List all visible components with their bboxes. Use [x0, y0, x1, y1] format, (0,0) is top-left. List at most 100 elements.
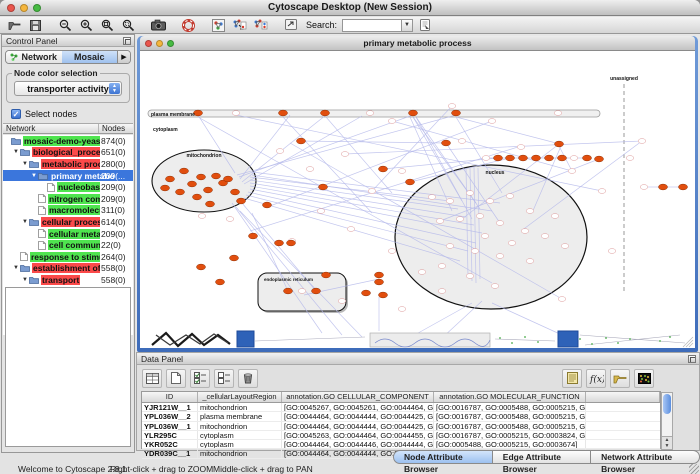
- expand-arrow-icon[interactable]: ▼: [12, 149, 20, 155]
- network-node-selected-color[interactable]: [188, 181, 197, 187]
- search-options-icon[interactable]: [281, 18, 300, 33]
- network-node-selected-color[interactable]: [197, 264, 206, 270]
- network-node[interactable]: [306, 167, 314, 172]
- network-node[interactable]: [526, 259, 534, 264]
- network-node-selected-color[interactable]: [583, 155, 592, 161]
- network-node[interactable]: [232, 111, 240, 116]
- delete-attribute-icon[interactable]: [238, 369, 258, 388]
- network-node[interactable]: [508, 241, 516, 246]
- network-node[interactable]: [570, 156, 578, 161]
- table-cell[interactable]: [GO:0005488, GO:0005215, GO:0003674]: [434, 440, 586, 448]
- network-node-selected-color[interactable]: [322, 272, 331, 278]
- table-cell[interactable]: [GO:0044464, GO:0044446, GO:0044444, G..…: [282, 440, 434, 448]
- network-node[interactable]: [446, 199, 454, 204]
- window-titlebar[interactable]: Cytoscape Desktop (New Session): [0, 0, 700, 16]
- tab-overflow-arrow-icon[interactable]: ▶: [117, 51, 130, 63]
- network-node[interactable]: [366, 111, 374, 116]
- network-node[interactable]: [198, 214, 206, 219]
- tab-node-attribute-browser[interactable]: Node Attribute Browser: [393, 450, 493, 464]
- minimize-window-button[interactable]: [20, 4, 28, 12]
- table-row[interactable]: YPL036W__1mitochondrion[GO:0044464, GO:0…: [142, 422, 660, 431]
- table-cell[interactable]: [GO:0044464, GO:0044444, GO:0044425, G..…: [282, 412, 434, 420]
- network-node[interactable]: [436, 219, 444, 224]
- zoom-in-icon[interactable]: [77, 18, 96, 33]
- network-window-titlebar[interactable]: primary metabolic process: [140, 36, 695, 51]
- network-node-selected-color[interactable]: [532, 155, 541, 161]
- table-row[interactable]: YPL036W__2plasma membrane[GO:0044464, GO…: [142, 412, 660, 421]
- network-node[interactable]: [640, 185, 648, 190]
- network-node-selected-color[interactable]: [452, 110, 461, 116]
- network-node-selected-color[interactable]: [193, 194, 202, 200]
- table-row[interactable]: YJR121W__1mitochondrion[GO:0045267, GO:0…: [142, 403, 660, 412]
- network-node[interactable]: [448, 104, 456, 109]
- network-node-selected-color[interactable]: [231, 189, 240, 195]
- expand-arrow-icon[interactable]: ▼: [12, 265, 20, 271]
- network-node-selected-color[interactable]: [545, 155, 554, 161]
- network-node[interactable]: [438, 264, 446, 269]
- network-node[interactable]: [476, 214, 484, 219]
- network-node-selected-color[interactable]: [224, 176, 233, 182]
- table-cell[interactable]: YLR295C: [142, 431, 198, 439]
- network-node-selected-color[interactable]: [237, 198, 246, 204]
- canvas-resize-grip[interactable]: [683, 337, 693, 347]
- network-node[interactable]: [338, 299, 346, 304]
- tab-edge-attribute-browser[interactable]: Edge Attribute Browser: [493, 450, 591, 464]
- network-node[interactable]: [298, 289, 306, 294]
- tab-mosaic[interactable]: Mosaic: [62, 51, 118, 63]
- tree-header-nodes[interactable]: Nodes: [99, 124, 133, 133]
- network-node-selected-color[interactable]: [176, 189, 185, 195]
- zoom-fit-icon[interactable]: [98, 18, 117, 33]
- select-nodes-checkbox[interactable]: ✓: [11, 109, 21, 119]
- attribute-heatmap-icon[interactable]: [634, 369, 654, 388]
- network-node-selected-color[interactable]: [379, 292, 388, 298]
- network-node-selected-color[interactable]: [319, 184, 328, 190]
- zoom-network-window-button[interactable]: [167, 40, 174, 47]
- network-node-selected-color[interactable]: [212, 173, 221, 179]
- network-node-selected-color[interactable]: [180, 168, 189, 174]
- zoom-out-icon[interactable]: [56, 18, 75, 33]
- save-icon[interactable]: [26, 18, 45, 33]
- attribute-matrix-icon[interactable]: [142, 369, 162, 388]
- network-node-selected-color[interactable]: [312, 288, 321, 294]
- network-node[interactable]: [506, 194, 514, 199]
- network-node[interactable]: [486, 199, 494, 204]
- tree-row[interactable]: nitrogen compo209(0): [3, 193, 133, 205]
- tree-row[interactable]: cell communicat22(0): [3, 239, 133, 251]
- table-column-header[interactable]: annotation.GO CELLULAR_COMPONENT: [282, 392, 434, 402]
- table-cell[interactable]: mitochondrion: [198, 422, 282, 430]
- table-cell[interactable]: [GO:0016787, GO:0005488, GO:0005215, G..…: [434, 412, 586, 420]
- tree-row[interactable]: cellular metabo209(0): [3, 228, 133, 240]
- network-node[interactable]: [388, 119, 396, 124]
- float-data-panel-icon[interactable]: [688, 355, 696, 363]
- network-node[interactable]: [398, 307, 406, 312]
- network-node-selected-color[interactable]: [287, 240, 296, 246]
- network-node[interactable]: [598, 189, 606, 194]
- network-node-selected-color[interactable]: [375, 272, 384, 278]
- network-node[interactable]: [496, 221, 504, 226]
- snapshot-icon[interactable]: [149, 18, 168, 33]
- network-node[interactable]: [276, 149, 284, 154]
- search-input[interactable]: [343, 20, 401, 31]
- table-cell[interactable]: YPL036W__2: [142, 412, 198, 420]
- window-resize-grip[interactable]: [689, 464, 699, 474]
- select-attributes-icon[interactable]: [190, 369, 210, 388]
- network-node[interactable]: [526, 209, 534, 214]
- table-cell[interactable]: YKR052C: [142, 440, 198, 448]
- network-node-selected-color[interactable]: [519, 155, 528, 161]
- network-node[interactable]: [481, 234, 489, 239]
- attribute-notes-icon[interactable]: [562, 369, 582, 388]
- network-node[interactable]: [398, 169, 406, 174]
- table-cell[interactable]: YPL036W__1: [142, 422, 198, 430]
- table-cell[interactable]: [GO:0045267, GO:0045261, GO:0044464, G..…: [282, 403, 434, 411]
- table-row[interactable]: YLR295Ccytoplasm[GO:0045263, GO:0044464,…: [142, 431, 660, 440]
- table-row[interactable]: YKR052Ccytoplasm[GO:0044464, GO:0044446,…: [142, 440, 660, 449]
- expand-arrow-icon[interactable]: ▼: [21, 277, 29, 283]
- close-window-button[interactable]: [7, 4, 15, 12]
- table-vertical-scrollbar[interactable]: ▲▼: [661, 392, 673, 450]
- network-node[interactable]: [488, 119, 496, 124]
- network-node[interactable]: [341, 152, 349, 157]
- tree-row[interactable]: ▼establishment of lo558(0): [3, 263, 133, 275]
- import-network-icon[interactable]: [230, 18, 249, 33]
- table-column-header[interactable]: annotation.GO MOLECULAR_FUNCTION: [434, 392, 586, 402]
- network-node[interactable]: [458, 139, 466, 144]
